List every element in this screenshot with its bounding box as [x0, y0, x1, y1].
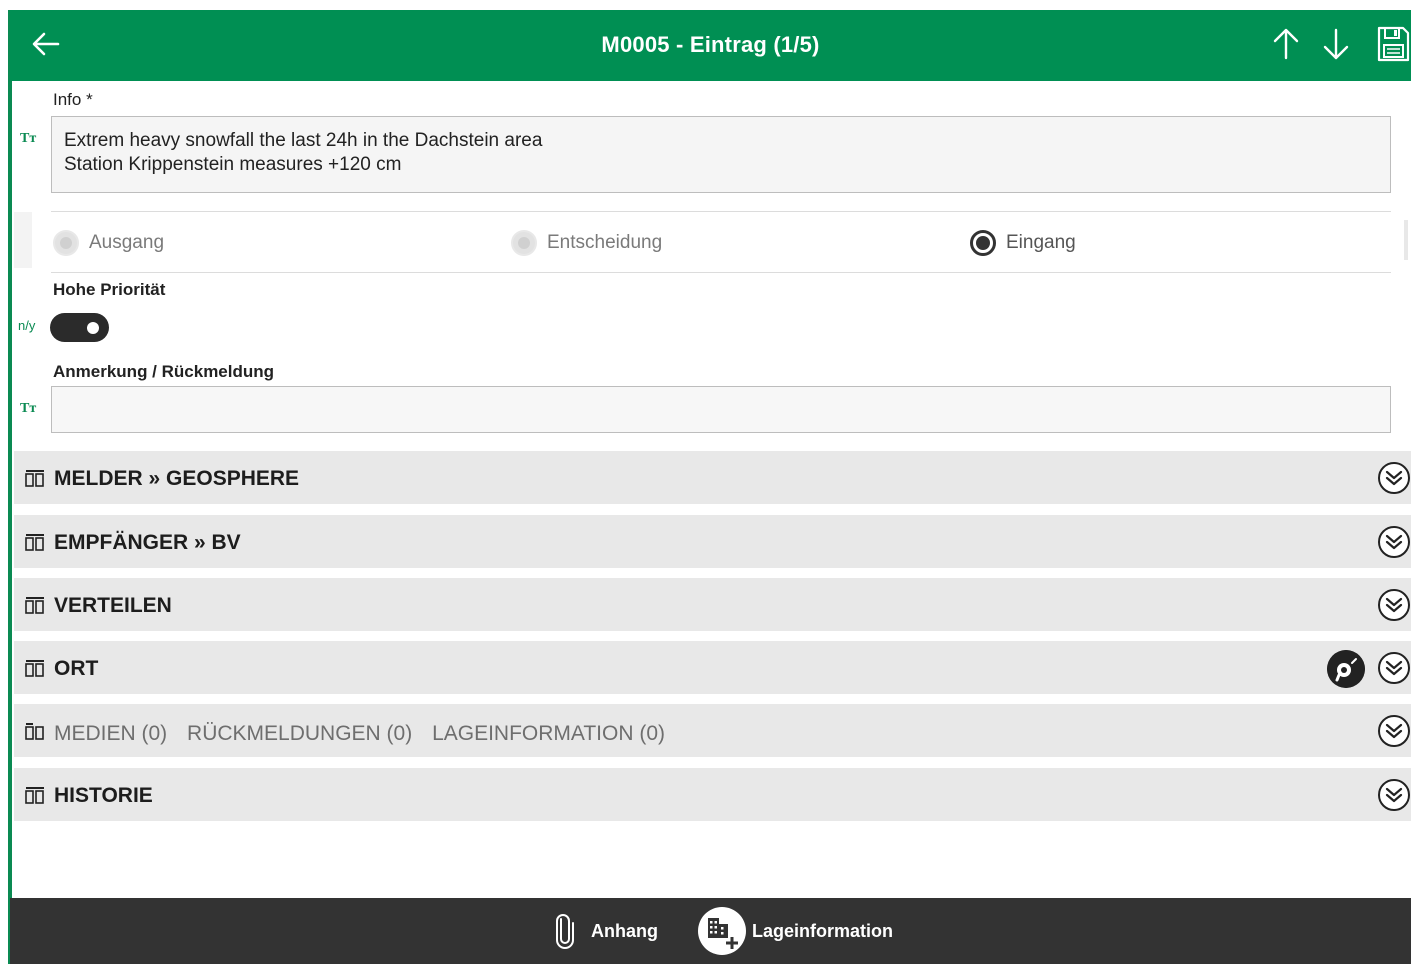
priority-label: Hohe Priorität — [53, 280, 166, 299]
info-line-2: Station Krippenstein measures +120 cm — [64, 154, 402, 175]
double-chevron-down-icon[interactable] — [1377, 525, 1411, 559]
columns-icon — [25, 534, 44, 551]
text-type-icon: Tт — [20, 401, 37, 416]
section-title: HISTORIE — [54, 784, 153, 807]
building-plus-icon — [698, 907, 746, 955]
radio-entscheidung[interactable]: Entscheidung — [511, 230, 662, 256]
arrow-down-icon[interactable] — [1318, 26, 1354, 62]
radio-dot — [511, 230, 537, 256]
radio-dot — [53, 230, 79, 256]
priority-prefix: n/y — [18, 318, 36, 333]
section-melder[interactable]: MELDER » GEOSPHERE — [14, 451, 1411, 504]
section-title: EMPFÄNGER » BV — [54, 531, 241, 554]
priority-toggle[interactable] — [50, 313, 109, 342]
page-title: M0005 - Eintrag (1/5) — [601, 32, 820, 57]
section-title: MELDER » GEOSPHERE — [54, 467, 300, 490]
rueckmeldungen-count[interactable]: RÜCKMELDUNGEN (0) — [187, 722, 412, 745]
radio-label: Ausgang — [89, 232, 165, 253]
section-title: VERTEILEN — [54, 594, 172, 617]
double-chevron-down-icon[interactable] — [1377, 778, 1411, 812]
section-historie[interactable]: HISTORIE — [14, 768, 1411, 821]
left-accent-bar — [8, 10, 12, 964]
attachment-button[interactable]: Anhang — [553, 898, 658, 964]
app-window: M0005 - Eintrag (1/5) Info * Tт Extrem h… — [0, 0, 1411, 964]
medien-count[interactable]: MEDIEN (0) — [54, 722, 167, 745]
section-title: MEDIEN (0) RÜCKMELDUNGEN (0) LAGEINFORMA… — [54, 722, 679, 746]
app-header: M0005 - Eintrag (1/5) — [10, 10, 1411, 81]
floppy-disk-icon[interactable] — [1375, 24, 1411, 64]
columns-icon — [25, 787, 44, 804]
section-title: ORT — [54, 657, 99, 680]
info-textarea[interactable]: Extrem heavy snowfall the last 24h in th… — [51, 116, 1391, 193]
scroll-indicator — [1404, 220, 1408, 260]
columns-icon — [25, 597, 44, 614]
top-margin — [0, 0, 1411, 10]
map-pin-icon[interactable] — [1327, 650, 1365, 688]
double-chevron-down-icon[interactable] — [1377, 588, 1411, 622]
divider — [51, 211, 1391, 212]
radio-dot — [970, 230, 996, 256]
columns-icon — [25, 660, 44, 677]
lageinformation-button[interactable]: Lageinformation — [698, 898, 893, 964]
radio-label: Eingang — [1006, 232, 1076, 253]
info-label: Info * — [53, 90, 93, 109]
lageinformation-count[interactable]: LAGEINFORMATION (0) — [432, 722, 665, 745]
double-chevron-down-icon[interactable] — [1377, 461, 1411, 495]
radio-eingang[interactable]: Eingang — [970, 230, 1076, 256]
section-medien[interactable]: MEDIEN (0) RÜCKMELDUNGEN (0) LAGEINFORMA… — [14, 704, 1411, 757]
columns-icon — [25, 470, 44, 487]
remark-label: Anmerkung / Rückmeldung — [53, 362, 275, 381]
columns-icon — [25, 723, 44, 740]
info-line-1: Extrem heavy snowfall the last 24h in th… — [64, 130, 543, 151]
lageinformation-label: Lageinformation — [752, 920, 894, 941]
bottom-toolbar: Anhang Lageinformation — [10, 898, 1411, 964]
double-chevron-down-icon[interactable] — [1377, 651, 1411, 685]
remark-input[interactable] — [51, 386, 1391, 433]
paperclip-icon — [556, 914, 574, 949]
radio-label: Entscheidung — [547, 232, 663, 253]
section-empfaenger[interactable]: EMPFÄNGER » BV — [14, 515, 1411, 568]
double-chevron-down-icon[interactable] — [1377, 714, 1411, 748]
radio-ausgang[interactable]: Ausgang — [53, 230, 164, 256]
radio-strip — [14, 212, 32, 268]
section-verteilen[interactable]: VERTEILEN — [14, 578, 1411, 631]
section-ort[interactable]: ORT — [14, 641, 1411, 694]
arrow-up-icon[interactable] — [1268, 26, 1304, 62]
attachment-label: Anhang — [591, 920, 658, 941]
divider — [51, 272, 1391, 273]
text-type-icon: Tт — [20, 131, 37, 146]
